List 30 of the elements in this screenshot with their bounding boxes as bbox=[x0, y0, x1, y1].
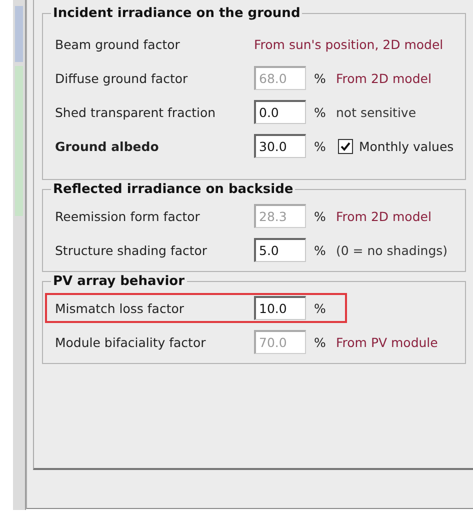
note-text: From 2D model bbox=[336, 70, 432, 86]
note-text: (0 = no shadings) bbox=[336, 242, 448, 258]
unit-label: % bbox=[314, 104, 327, 120]
field-label: Diffuse ground factor bbox=[55, 70, 189, 86]
input-field[interactable]: 10.0 bbox=[254, 296, 306, 320]
field-label: Beam ground factor bbox=[55, 36, 181, 52]
note-text: not sensitive bbox=[336, 104, 416, 120]
group-title: Reflected irradiance on backside bbox=[52, 182, 294, 197]
field-label: Mismatch loss factor bbox=[55, 300, 186, 316]
input-field[interactable]: 5.0 bbox=[254, 238, 306, 262]
note-text: From 2D model bbox=[336, 208, 432, 224]
unit-label: % bbox=[314, 300, 327, 316]
group-title: PV array behavior bbox=[52, 274, 186, 289]
unit-label: % bbox=[314, 70, 327, 86]
note-text: From PV module bbox=[336, 334, 438, 350]
checkbox[interactable] bbox=[338, 138, 353, 154]
group-title: Incident irradiance on the ground bbox=[52, 6, 302, 21]
unit-label: % bbox=[314, 334, 327, 350]
note-text: From sun's position, 2D model bbox=[254, 36, 444, 52]
input-field[interactable]: 30.0 bbox=[254, 134, 306, 158]
field-label: Module bifaciality factor bbox=[55, 334, 207, 350]
field-label: Ground albedo bbox=[55, 138, 160, 154]
checkbox-label: Monthly values bbox=[359, 138, 454, 154]
unit-label: % bbox=[314, 242, 327, 258]
field-label: Structure shading factor bbox=[55, 242, 208, 258]
field-label: Shed transparent fraction bbox=[55, 104, 217, 120]
unit-label: % bbox=[314, 138, 327, 154]
unit-label: % bbox=[314, 208, 327, 224]
field-label: Reemission form factor bbox=[55, 208, 201, 224]
input-field[interactable]: 0.0 bbox=[254, 100, 306, 124]
